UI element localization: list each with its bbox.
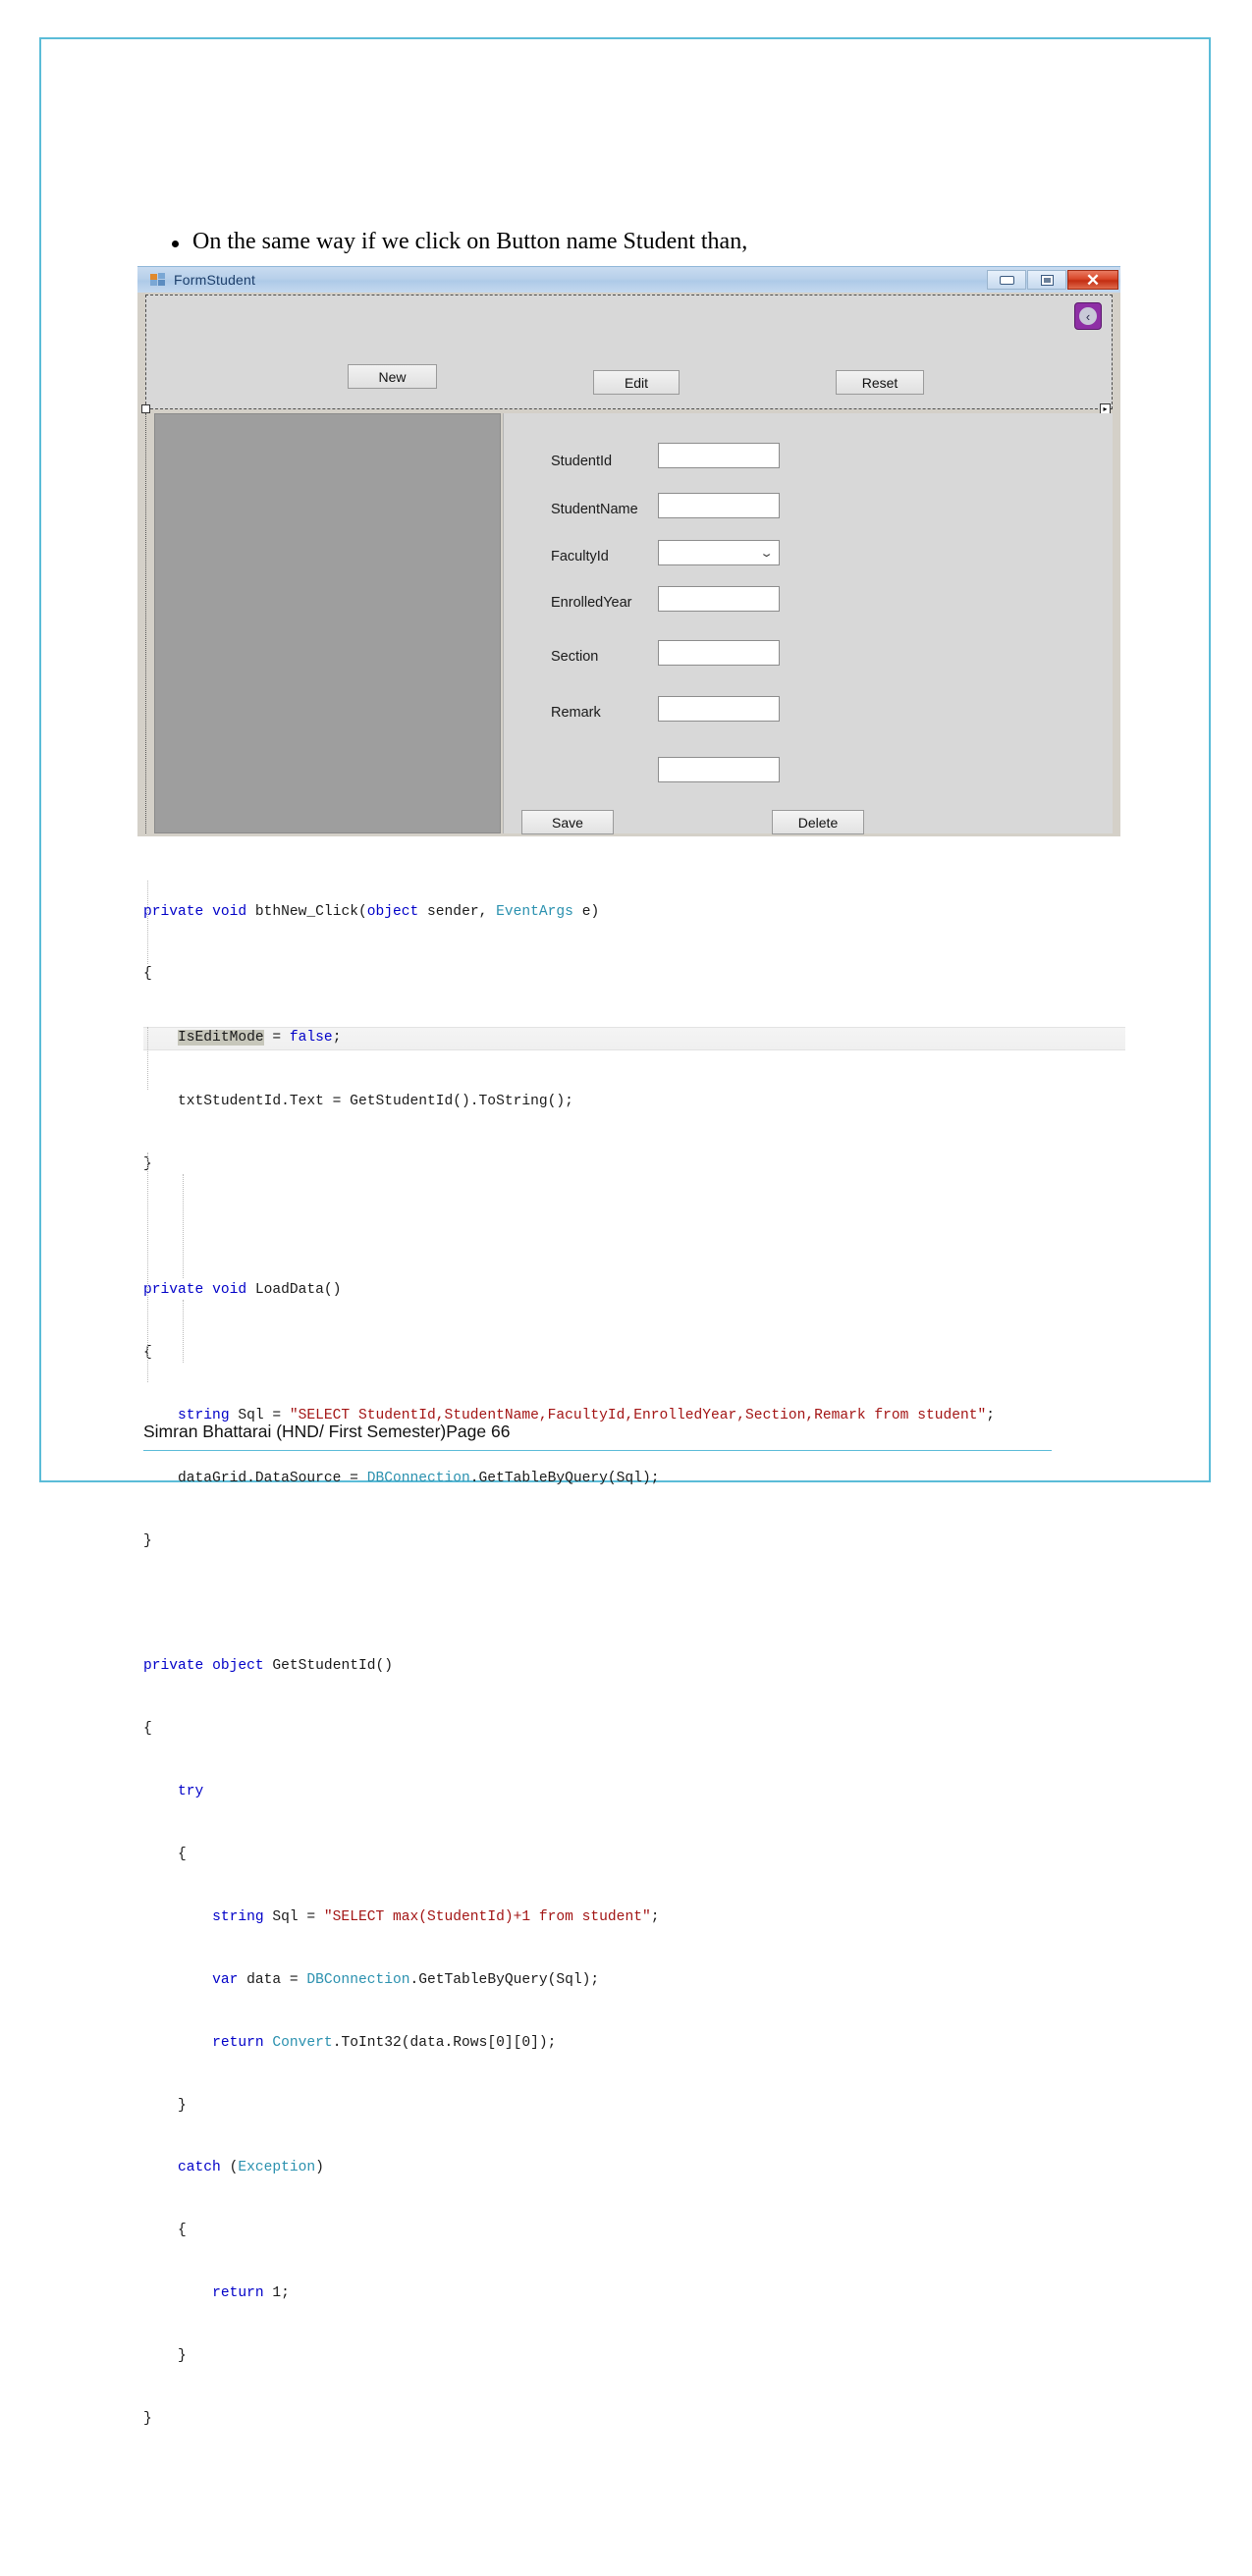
maximize-button[interactable] [1027, 270, 1066, 290]
code-line: try [178, 1784, 204, 1800]
code-line: private void bthNew_Click(object sender,… [143, 903, 600, 920]
code-line: } [143, 1532, 152, 1549]
input-remark[interactable] [658, 696, 780, 722]
window-controls: ✕ [986, 269, 1118, 291]
code-line: { [143, 966, 152, 983]
window-titlebar: FormStudent ✕ [137, 266, 1120, 293]
input-studentname[interactable] [658, 493, 780, 518]
code-line: return Convert.ToInt32(data.Rows[0][0]); [212, 2034, 557, 2051]
code-line: return 1; [212, 2285, 290, 2302]
label-studentid: StudentId [551, 454, 613, 469]
edit-button[interactable]: Edit [593, 370, 680, 395]
code-line: var data = DBConnection.GetTableByQuery(… [212, 1971, 600, 1988]
toolbar-panel: ‹ New Edit Reset [145, 295, 1113, 409]
input-studentid[interactable] [658, 443, 780, 468]
maximize-icon [1040, 274, 1054, 286]
bullet-dot-icon [172, 241, 179, 247]
code-line: dataGrid.DataSource = DBConnection.GetTa… [143, 1470, 660, 1486]
delete-button[interactable]: Delete [772, 810, 864, 834]
winform-screenshot: FormStudent ✕ ‹ New Edit Reset ▸ Student… [137, 266, 1120, 836]
chevron-left-icon: ‹ [1079, 307, 1097, 325]
save-button[interactable]: Save [521, 810, 614, 834]
minimize-icon [999, 275, 1014, 285]
close-button[interactable]: ✕ [1067, 270, 1118, 290]
form-icon [150, 273, 166, 287]
code-line: } [143, 2410, 152, 2427]
new-button[interactable]: New [348, 364, 437, 389]
code-line: { [143, 2223, 187, 2239]
code-line: private object GetStudentId() [143, 1658, 393, 1675]
page-footer: Simran Bhattarai (HND/ First Semester)Pa… [143, 1422, 1052, 1451]
reset-button[interactable]: Reset [836, 370, 924, 395]
input-section[interactable] [658, 640, 780, 666]
data-grid[interactable] [154, 413, 501, 833]
code-line: { [143, 1846, 187, 1862]
input-extra[interactable] [658, 757, 780, 782]
code-line: txtStudentId.Text = GetStudentId().ToStr… [143, 1094, 573, 1110]
input-enrolledyear[interactable] [658, 586, 780, 612]
label-section: Section [551, 649, 599, 665]
code-line: } [143, 2097, 187, 2114]
input-facultyid[interactable]: ⌄ [658, 540, 780, 565]
fields-panel: StudentId StudentName FacultyId ⌄ Enroll… [503, 413, 1113, 834]
bullet-text: On the same way if we click on Button na… [192, 229, 748, 254]
label-remark: Remark [551, 705, 601, 721]
code-listing: private void bthNew_Click(object sender,… [143, 860, 1125, 2576]
window-title: FormStudent [174, 272, 256, 288]
label-facultyid: FacultyId [551, 549, 609, 564]
code-line: string Sql = "SELECT max(StudentId)+1 fr… [212, 1908, 660, 1925]
code-line: } [143, 2348, 187, 2365]
code-line: } [143, 1156, 152, 1173]
chevron-down-icon: ⌄ [759, 547, 774, 560]
label-enrolledyear: EnrolledYear [551, 595, 632, 611]
bullet-paragraph: On the same way if we click on Button na… [172, 229, 747, 254]
code-line: catch (Exception) [178, 2160, 324, 2176]
code-line: private void LoadData() [143, 1281, 342, 1298]
code-line: { [143, 1344, 152, 1361]
minimize-button[interactable] [987, 270, 1026, 290]
label-studentname: StudentName [551, 502, 638, 517]
back-button[interactable]: ‹ [1074, 302, 1102, 330]
code-line: { [143, 1721, 152, 1738]
code-line: IsEditMode = false; [143, 1027, 1125, 1050]
splitter-handle-left[interactable] [141, 404, 150, 413]
